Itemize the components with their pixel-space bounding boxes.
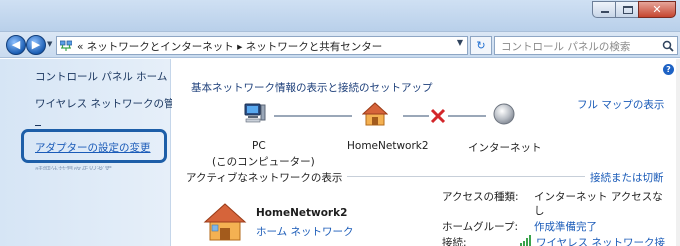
- main-content: ? 基本ネットワーク情報の表示と接続のセットアップ フル マップの表示 PC (…: [172, 59, 680, 246]
- connect-disconnect-link[interactable]: 接続または切断: [590, 170, 664, 185]
- home-to-internet-link: [403, 115, 429, 117]
- pc-icon[interactable]: [244, 102, 266, 124]
- maximize-icon: [623, 6, 633, 14]
- network-center-icon: [60, 40, 72, 51]
- section-divider: [347, 176, 585, 177]
- address-bar[interactable]: « ネットワークとインターネット ▸ ネットワークと共有センター ▼: [56, 36, 468, 55]
- help-icon[interactable]: ?: [663, 64, 674, 75]
- active-networks-heading: アクティブなネットワークの表示: [186, 172, 343, 184]
- network-type-link[interactable]: ホーム ネットワーク: [256, 224, 354, 239]
- title-bar: ✕: [0, 0, 680, 32]
- search-input[interactable]: コントロール パネルの検索: [501, 39, 630, 54]
- refresh-button[interactable]: ↻: [470, 36, 492, 55]
- access-type-label: アクセスの種類:: [442, 191, 519, 203]
- connection-label: 接続:: [442, 237, 467, 246]
- window-controls: ✕: [592, 1, 676, 18]
- breadcrumb[interactable]: « ネットワークとインターネット ▸ ネットワークと共有センター: [77, 39, 382, 54]
- close-button[interactable]: ✕: [638, 1, 676, 18]
- maximize-button[interactable]: [615, 1, 639, 18]
- home-network-icon[interactable]: [362, 102, 388, 126]
- search-icon[interactable]: [662, 40, 674, 52]
- home-network-label: HomeNetwork2: [347, 140, 429, 152]
- back-button[interactable]: ◀: [6, 35, 26, 55]
- internet-label: インターネット: [468, 142, 542, 154]
- back-arrow-icon: ◀: [11, 38, 21, 51]
- sidebar-item-adapter-settings-highlight[interactable]: アダプターの設定の変更: [21, 129, 167, 163]
- refresh-icon: ↻: [476, 39, 486, 52]
- address-dropdown-icon[interactable]: ▼: [457, 38, 463, 47]
- pc-sublabel: (このコンピューター): [212, 156, 315, 168]
- navigation-bar: ◀ ▶ ▼ « ネットワークとインターネット ▸ ネットワークと共有センター ▼…: [0, 32, 680, 58]
- minimize-button[interactable]: [592, 1, 616, 18]
- home-network-large-icon: [203, 203, 247, 241]
- home-to-internet-link-2: [448, 115, 486, 117]
- sidebar-item-control-panel-home[interactable]: コントロール パネル ホーム: [35, 69, 167, 84]
- sidebar-item-advanced-sharing[interactable]: 詳細な共有設定の変更: [35, 166, 165, 170]
- forward-button[interactable]: ▶: [26, 35, 46, 55]
- sidebar-item-manage-wireless[interactable]: ワイヤレス ネットワークの管: [35, 96, 175, 111]
- recent-pages-dropdown[interactable]: ▼: [47, 40, 52, 48]
- homegroup-label: ホームグループ:: [442, 221, 519, 233]
- sidebar-item-truncated-marker: [35, 125, 41, 126]
- forward-arrow-icon: ▶: [31, 38, 41, 51]
- pc-label: PC: [252, 140, 266, 152]
- access-type-value-continued: し: [534, 205, 545, 217]
- wireless-signal-icon: [520, 235, 531, 246]
- sidebar-item-advanced-sharing-label: 詳細な共有設定の変更: [35, 166, 165, 170]
- sidebar: コントロール パネル ホーム ワイヤレス ネットワークの管 アダプターの設定の変…: [0, 59, 175, 246]
- sidebar-item-adapter-settings[interactable]: アダプターの設定の変更: [35, 140, 151, 155]
- homegroup-link[interactable]: 作成準備完了: [534, 219, 597, 234]
- wireless-connection-link[interactable]: ワイヤレス ネットワーク接: [536, 235, 665, 246]
- access-type-value: インターネット アクセスな: [534, 191, 663, 203]
- full-map-link[interactable]: フル マップの表示: [577, 97, 664, 112]
- network-name: HomeNetwork2: [256, 207, 348, 219]
- pc-to-home-link: [274, 115, 352, 117]
- minimize-icon: [601, 11, 609, 13]
- disconnected-x-icon[interactable]: [430, 108, 446, 124]
- page-title: 基本ネットワーク情報の表示と接続のセットアップ: [191, 82, 433, 94]
- search-box[interactable]: コントロール パネルの検索: [494, 36, 678, 55]
- internet-globe-icon[interactable]: [493, 103, 515, 125]
- close-icon: ✕: [652, 3, 662, 16]
- vertical-scrollbar[interactable]: [676, 59, 680, 246]
